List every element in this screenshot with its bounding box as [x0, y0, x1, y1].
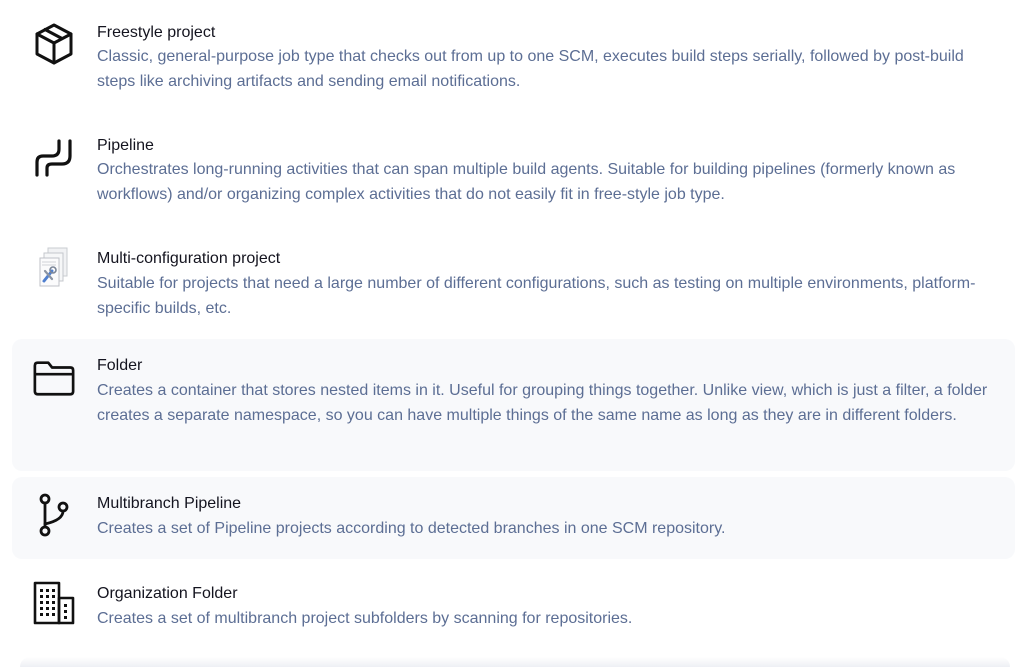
item-type-multi-configuration[interactable]: Multi-configuration project Suitable for… [12, 233, 1015, 333]
item-type-list: Freestyle project Classic, general-purpo… [0, 0, 1030, 667]
item-title: Multi-configuration project [97, 250, 281, 267]
item-title: Multibranch Pipeline [97, 495, 242, 512]
item-type-organization-folder[interactable]: Organization Folder Creates a set of mul… [12, 566, 1015, 646]
item-description: Creates a set of Pipeline projects accor… [97, 520, 726, 537]
building-icon [32, 581, 76, 625]
item-title: Folder [97, 357, 143, 374]
item-description: Creates a container that stores nested i… [97, 382, 988, 424]
item-description: Suitable for projects that need a large … [97, 275, 976, 317]
item-description: Creates a set of multibranch project sub… [97, 610, 633, 627]
item-title: Organization Folder [97, 585, 238, 602]
item-description: Orchestrates long-running activities tha… [97, 161, 956, 203]
item-type-multibranch-pipeline[interactable]: Multibranch Pipeline Creates a set of Pi… [12, 477, 1015, 559]
item-title: Freestyle project [97, 24, 216, 41]
item-type-folder[interactable]: Folder Creates a container that stores n… [12, 339, 1015, 471]
item-description: Classic, general-purpose job type that c… [97, 48, 964, 90]
branch-icon [32, 493, 76, 537]
item-type-pipeline[interactable]: Pipeline Orchestrates long-running activ… [12, 120, 1015, 224]
cube-icon [32, 22, 76, 66]
bottom-bar-shadow [20, 657, 1010, 667]
item-title: Pipeline [97, 137, 154, 154]
pipeline-icon [32, 136, 76, 180]
item-type-freestyle[interactable]: Freestyle project Classic, general-purpo… [12, 8, 1015, 110]
multi-config-icon [32, 246, 76, 290]
folder-icon [32, 356, 76, 400]
